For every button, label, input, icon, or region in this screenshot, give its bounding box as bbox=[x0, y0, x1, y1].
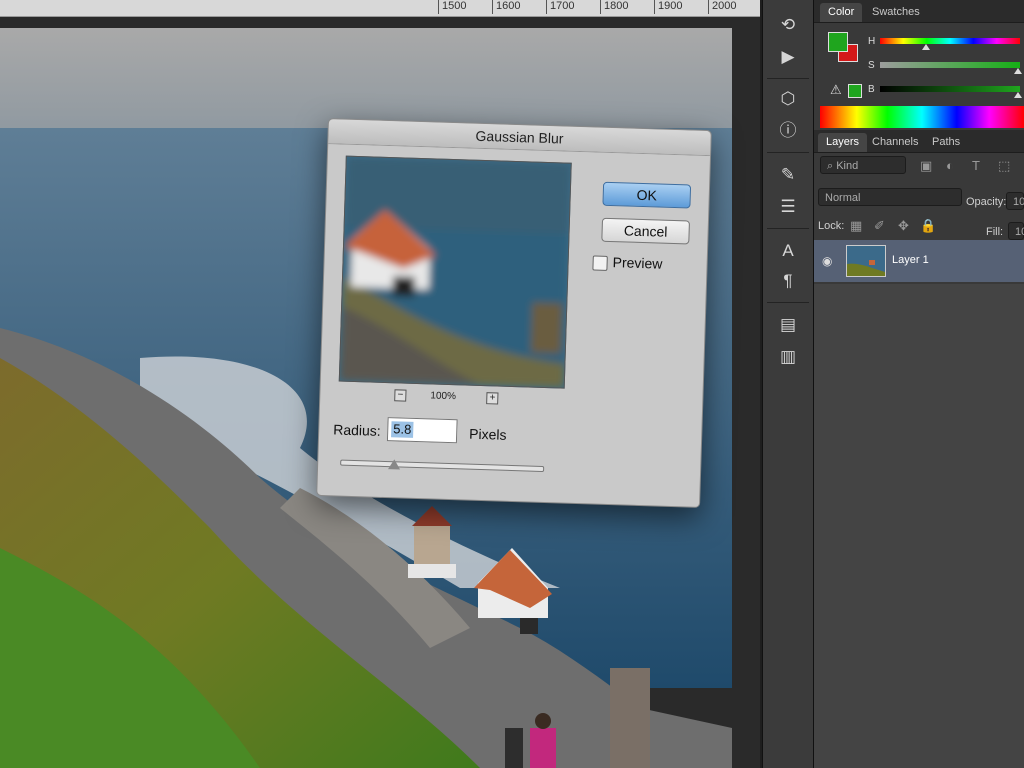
lock-transparent-icon[interactable]: ▦ bbox=[850, 218, 862, 234]
brightness-label: B bbox=[868, 84, 875, 95]
search-icon: ⌕ bbox=[827, 160, 837, 172]
zoom-level-readout: 100% bbox=[430, 390, 457, 403]
horizontal-ruler: 1500 1600 1700 1800 1900 2000 bbox=[0, 0, 760, 17]
divider bbox=[767, 152, 809, 153]
hue-slider[interactable] bbox=[880, 38, 1020, 44]
layer-filter-kind-select[interactable]: ⌕ Kind bbox=[820, 156, 906, 174]
actions-play-icon[interactable]: ▶ bbox=[777, 46, 799, 68]
tab-swatches[interactable]: Swatches bbox=[864, 3, 928, 22]
history-icon[interactable]: ⟲ bbox=[777, 14, 799, 36]
layer-name: Layer 1 bbox=[892, 254, 929, 266]
lock-all-icon[interactable]: 🔒 bbox=[920, 218, 936, 234]
radius-units-label: Pixels bbox=[468, 425, 507, 443]
hue-slider-thumb[interactable] bbox=[922, 44, 930, 50]
info-icon[interactable]: ⓘ bbox=[777, 120, 799, 142]
radius-input[interactable]: 5.8 bbox=[386, 417, 458, 444]
foreground-color-swatch[interactable] bbox=[828, 32, 848, 52]
ok-button[interactable]: OK bbox=[602, 181, 692, 209]
layers-panel-tabs: Layers Channels Paths bbox=[814, 130, 1024, 153]
tab-channels[interactable]: Channels bbox=[864, 133, 926, 152]
brush-presets-icon[interactable]: ✎ bbox=[777, 164, 799, 186]
saturation-label: S bbox=[868, 60, 875, 71]
panel-icon-strip: ⟲ ▶ ⬡ ⓘ ✎ ☰ A ¶ ▤ ▥ bbox=[762, 0, 814, 768]
filter-adjustment-icon[interactable]: ◐ bbox=[946, 158, 954, 173]
filter-shape-icon[interactable]: ⬚ bbox=[998, 158, 1010, 174]
character-icon[interactable]: A bbox=[777, 240, 799, 262]
filter-preview-pane[interactable] bbox=[338, 155, 572, 389]
radius-label: Radius: bbox=[333, 421, 381, 439]
brightness-slider-thumb[interactable] bbox=[1014, 92, 1022, 98]
layer-thumbnail bbox=[846, 245, 886, 277]
radius-value: 5.8 bbox=[391, 421, 414, 438]
fill-field[interactable]: 10 bbox=[1008, 222, 1024, 240]
notes-icon[interactable]: ▤ bbox=[777, 314, 799, 336]
ruler-tick: 1900 bbox=[654, 0, 682, 14]
ruler-tick: 2000 bbox=[708, 0, 736, 14]
layers-list-empty-area bbox=[814, 284, 1024, 768]
adjustments-icon[interactable]: ☰ bbox=[777, 196, 799, 218]
lock-label: Lock: bbox=[818, 220, 845, 232]
out-of-gamut-warning-icon[interactable]: ⚠ bbox=[830, 82, 842, 98]
radius-slider-track[interactable] bbox=[340, 459, 545, 473]
divider bbox=[767, 228, 809, 229]
zoom-out-button[interactable]: − bbox=[394, 389, 407, 402]
color-spectrum-ramp[interactable] bbox=[820, 106, 1024, 128]
zoom-in-button[interactable]: + bbox=[486, 392, 499, 405]
lock-image-icon[interactable]: ✐ bbox=[874, 218, 885, 234]
gamut-color-chip[interactable] bbox=[848, 84, 862, 98]
radius-slider-thumb[interactable] bbox=[388, 459, 401, 470]
opacity-label: Opacity: bbox=[966, 196, 1007, 208]
preview-checkbox-label: Preview bbox=[612, 254, 663, 272]
color-panel-tabs: Color Swatches bbox=[814, 0, 1024, 23]
properties-icon[interactable]: ▥ bbox=[777, 346, 799, 368]
preview-checkbox[interactable] bbox=[592, 255, 608, 271]
tab-layers[interactable]: Layers bbox=[818, 133, 868, 152]
tab-paths[interactable]: Paths bbox=[924, 133, 968, 152]
ruler-tick: 1800 bbox=[600, 0, 628, 14]
visibility-eye-icon[interactable]: ◉ bbox=[822, 254, 832, 268]
brightness-slider[interactable] bbox=[880, 86, 1020, 92]
kind-filter-label: Kind bbox=[836, 160, 859, 172]
divider bbox=[767, 302, 809, 303]
gaussian-blur-dialog: Gaussian Blur − 100% + OK Cancel Preview… bbox=[316, 118, 712, 508]
blend-mode-select[interactable]: Normal bbox=[818, 188, 962, 206]
paragraph-icon[interactable]: ¶ bbox=[777, 270, 799, 292]
tab-color[interactable]: Color bbox=[820, 3, 863, 22]
lock-position-icon[interactable]: ✥ bbox=[898, 218, 909, 234]
ruler-tick: 1700 bbox=[546, 0, 574, 14]
filter-type-icon[interactable]: T bbox=[972, 158, 980, 173]
hue-label: H bbox=[868, 36, 876, 47]
fill-label: Fill: bbox=[986, 226, 1004, 238]
opacity-field[interactable]: 10 bbox=[1006, 192, 1024, 210]
divider bbox=[767, 78, 809, 79]
ruler-tick: 1600 bbox=[492, 0, 520, 14]
ruler-tick: 1500 bbox=[438, 0, 466, 14]
right-panel-dock: Color Swatches H S B ⚠ Layers Channels P… bbox=[814, 0, 1024, 768]
filter-pixel-icon[interactable]: ▣ bbox=[920, 158, 932, 174]
saturation-slider-thumb[interactable] bbox=[1014, 68, 1022, 74]
saturation-slider[interactable] bbox=[880, 62, 1020, 68]
3d-cube-icon[interactable]: ⬡ bbox=[777, 88, 799, 110]
layer-row[interactable]: ◉ Layer 1 bbox=[814, 240, 1024, 282]
cancel-button[interactable]: Cancel bbox=[601, 217, 690, 245]
